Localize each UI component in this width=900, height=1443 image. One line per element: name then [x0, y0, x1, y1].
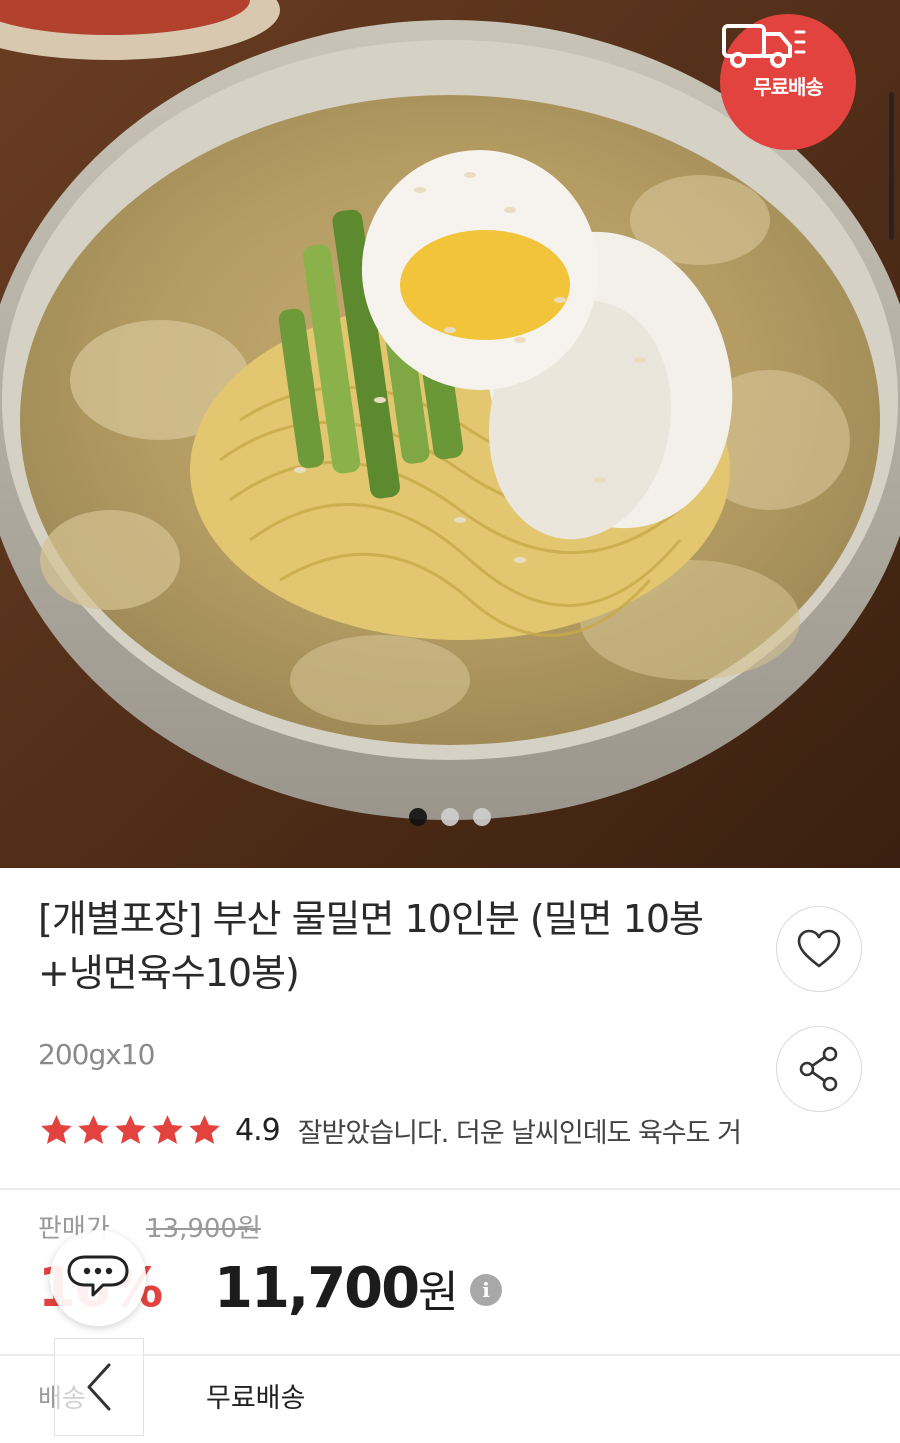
badge-label: 무료배송	[753, 74, 824, 99]
share-button[interactable]	[776, 1026, 862, 1112]
scrollbar[interactable]	[889, 92, 894, 240]
star-icon	[189, 1114, 220, 1144]
chat-button[interactable]	[50, 1230, 146, 1326]
share-icon	[799, 1046, 838, 1092]
rating-row[interactable]: 4.9 잘받았습니다. 더운 날씨인데도 육수도 거	[38, 1108, 768, 1152]
original-price: 13,900원	[146, 1214, 261, 1244]
carousel-dot-2[interactable]	[441, 808, 459, 826]
back-button[interactable]	[54, 1338, 144, 1436]
chevron-left-icon	[87, 1363, 111, 1411]
star-icon	[152, 1114, 183, 1144]
star-icon	[78, 1114, 109, 1144]
carousel-indicator[interactable]	[0, 808, 900, 826]
rating-score: 4.9	[235, 1112, 281, 1148]
price-info-icon[interactable]: i	[470, 1274, 502, 1306]
divider	[0, 1188, 900, 1190]
sale-price-unit: 원	[418, 1267, 459, 1318]
product-image-carousel[interactable]: 무료배송	[0, 0, 900, 868]
free-shipping-badge: 무료배송	[720, 14, 856, 150]
shipping-value: 무료배송	[206, 1383, 306, 1414]
sale-price-amount: 11,700	[214, 1256, 420, 1321]
wishlist-button[interactable]	[776, 906, 862, 992]
carousel-dot-1[interactable]	[409, 808, 427, 826]
carousel-dot-3[interactable]	[473, 808, 491, 826]
sale-price: 11,700원	[214, 1256, 459, 1321]
heart-icon	[797, 929, 841, 968]
star-rating	[38, 1112, 223, 1149]
review-snippet[interactable]: 잘받았습니다. 더운 날씨인데도 육수도 거	[298, 1111, 742, 1150]
star-icon	[41, 1114, 72, 1144]
product-weight: 200gx10	[38, 1038, 155, 1071]
chat-bubble-icon	[67, 1255, 129, 1297]
product-title: [개별포장] 부산 물밀면 10인분 (밀면 10봉+냉면육수10봉)	[38, 897, 704, 995]
star-icon	[115, 1114, 146, 1144]
truck-icon	[722, 24, 806, 68]
